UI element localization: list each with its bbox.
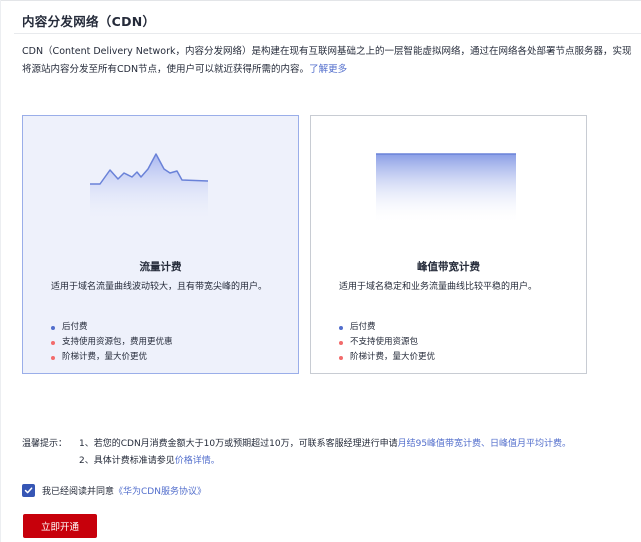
learn-more-link[interactable]: 了解更多: [309, 64, 347, 75]
monthly-billing-link[interactable]: 月结95峰值带宽计费、日峰值月平均计费。: [398, 439, 571, 449]
page-title: 内容分发网络（CDN）: [22, 14, 156, 29]
service-agreement-link[interactable]: 《华为CDN服务协议》: [114, 484, 206, 497]
feature-item: 后付费: [339, 320, 435, 335]
bullet-dot-icon: [51, 340, 55, 345]
activate-now-button[interactable]: 立即开通: [23, 514, 97, 538]
bullet-dot-icon: [51, 355, 55, 360]
card-description: 适用于域名稳定和业务流量曲线比较平稳的用户。: [339, 282, 538, 292]
feature-list: 后付费 支持使用资源包，费用更优惠 阶梯计费，量大价更优: [51, 320, 173, 365]
title-divider: [14, 33, 641, 34]
traffic-chart-illustration: [90, 153, 209, 222]
bullet-dot-icon: [339, 355, 343, 360]
feature-text: 阶梯计费，量大价更优: [350, 352, 436, 362]
card-description: 适用于域名流量曲线波动较大，且有带宽尖峰的用户。: [51, 282, 268, 292]
billing-card-peak-bandwidth[interactable]: 峰值带宽计费 适用于域名稳定和业务流量曲线比较平稳的用户。 后付费 不支持使用资…: [310, 115, 587, 374]
intro-paragraph: CDN（Content Delivery Network，内容分发网络）是构建在…: [22, 43, 632, 79]
bullet-dot-icon: [339, 325, 343, 330]
price-details-link[interactable]: 价格详情。: [175, 456, 220, 466]
feature-text: 不支持使用资源包: [350, 337, 419, 347]
tip-line-1: 1、若您的CDN月消费金额大于10万或预期超过10万，可联系客服经理进行申请月结…: [79, 436, 571, 449]
bandwidth-chart-illustration: [376, 153, 516, 224]
tip-line-2: 2、具体计费标准请参见价格详情。: [79, 453, 220, 466]
feature-item: 后付费: [51, 320, 173, 335]
feature-text: 支持使用资源包，费用更优惠: [62, 337, 173, 347]
tips-label: 温馨提示：: [22, 439, 68, 449]
agreement-row: 我已经阅读并同意 《华为CDN服务协议》: [22, 484, 206, 497]
card-title: 峰值带宽计费: [417, 261, 480, 273]
left-border: [0, 0, 1, 542]
bullet-dot-icon: [339, 340, 343, 345]
feature-item: 阶梯计费，量大价更优: [339, 350, 435, 365]
checkmark-icon: [24, 487, 33, 494]
feature-list: 后付费 不支持使用资源包 阶梯计费，量大价更优: [339, 320, 435, 365]
feature-text: 阶梯计费，量大价更优: [62, 352, 148, 362]
feature-text: 后付费: [62, 322, 88, 332]
tip-text: 2、具体计费标准请参见: [79, 456, 175, 466]
agreement-label: 我已经阅读并同意: [42, 487, 115, 497]
top-border: [0, 0, 641, 1]
feature-item: 支持使用资源包，费用更优惠: [51, 335, 173, 350]
billing-card-traffic[interactable]: 流量计费 适用于域名流量曲线波动较大，且有带宽尖峰的用户。 后付费 支持使用资源…: [22, 115, 299, 374]
agreement-checkbox[interactable]: [22, 484, 35, 497]
feature-item: 阶梯计费，量大价更优: [51, 350, 173, 365]
bullet-dot-icon: [51, 325, 55, 330]
tip-text: 1、若您的CDN月消费金额大于10万或预期超过10万，可联系客服经理进行申请: [79, 439, 398, 449]
feature-item: 不支持使用资源包: [339, 335, 435, 350]
card-title: 流量计费: [139, 261, 182, 273]
feature-text: 后付费: [350, 322, 376, 332]
